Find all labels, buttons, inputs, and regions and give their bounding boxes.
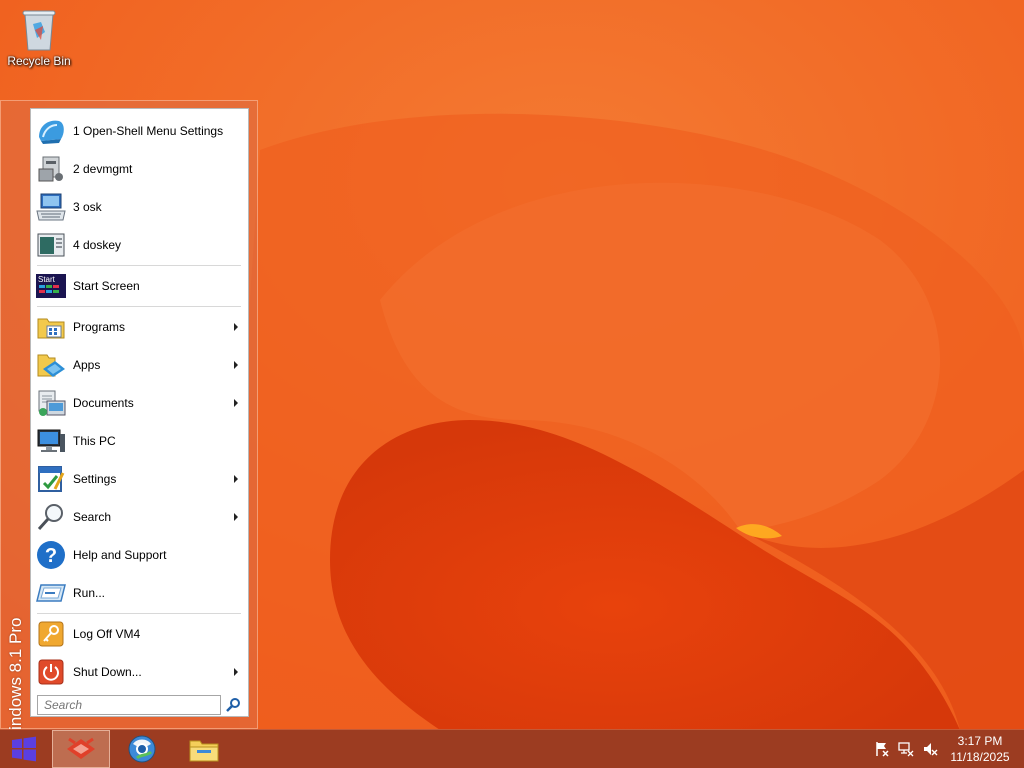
submenu-arrow-icon <box>234 475 238 483</box>
action-center-flag-icon[interactable] <box>874 741 890 757</box>
menu-item-run[interactable]: Run... <box>33 575 246 611</box>
search-icon <box>226 698 240 712</box>
menu-item-label: Run... <box>73 586 106 600</box>
computer-icon <box>35 425 67 457</box>
file-explorer-icon <box>189 740 219 762</box>
magnifier-icon <box>35 501 67 533</box>
taskbar-file-explorer-button[interactable] <box>175 730 233 768</box>
menu-item-osk[interactable]: 3 osk <box>33 189 246 225</box>
recycle-bin-icon <box>19 6 59 52</box>
menu-item-help-and-support[interactable]: ? Help and Support <box>33 537 246 573</box>
console-icon <box>35 229 67 261</box>
menu-item-label: Apps <box>73 358 101 372</box>
start-menu-side-band: Windows 8.1 Pro <box>1 101 30 747</box>
menu-item-label: 4 doskey <box>73 238 122 252</box>
open-shell-icon <box>35 115 67 147</box>
menu-item-shut-down[interactable]: Shut Down... <box>33 654 246 690</box>
submenu-arrow-icon <box>234 361 238 369</box>
documents-icon <box>35 387 67 419</box>
menu-item-search[interactable]: Search <box>33 499 246 535</box>
windows-edition-label: Windows 8.1 Pro <box>6 617 25 747</box>
menu-item-log-off[interactable]: Log Off VM4 <box>33 616 246 652</box>
menu-item-devmgmt[interactable]: 2 devmgmt <box>33 151 246 187</box>
menu-separator <box>37 306 241 307</box>
taskbar: 3:17 PM 11/18/2025 <box>0 729 1024 768</box>
menu-item-label: Start Screen <box>73 279 140 293</box>
windows-logo-icon <box>12 736 36 762</box>
menu-item-label: 1 Open-Shell Menu Settings <box>73 124 224 138</box>
network-icon[interactable] <box>898 741 914 757</box>
menu-item-this-pc[interactable]: This PC <box>33 423 246 459</box>
start-menu: Windows 8.1 Pro 1 Open-Shell Menu Settin… <box>0 100 258 747</box>
submenu-arrow-icon <box>234 668 238 676</box>
submenu-arrow-icon <box>234 323 238 331</box>
help-icon: ? <box>35 539 67 571</box>
browser-icon <box>128 735 156 763</box>
submenu-arrow-icon <box>234 513 238 521</box>
menu-item-programs[interactable]: Programs <box>33 309 246 345</box>
menu-item-doskey[interactable]: 4 doskey <box>33 227 246 263</box>
menu-item-label: Programs <box>73 320 126 334</box>
settings-icon <box>35 463 67 495</box>
menu-item-label: 2 devmgmt <box>73 162 133 176</box>
clock-date: 11/18/2025 <box>950 750 1010 764</box>
menu-item-settings[interactable]: Settings <box>33 461 246 497</box>
svg-text:?: ? <box>45 545 57 567</box>
clock-time: 3:17 PM <box>957 734 1003 748</box>
menu-item-label: Shut Down... <box>73 665 142 679</box>
programs-folder-icon <box>35 311 67 343</box>
menu-item-documents[interactable]: Documents <box>33 385 246 421</box>
start-menu-panel: 1 Open-Shell Menu Settings 2 devmgmt 3 o… <box>30 108 249 717</box>
menu-item-open-shell-settings[interactable]: 1 Open-Shell Menu Settings <box>33 113 246 149</box>
apps-folder-icon <box>35 349 67 381</box>
menu-item-label: Settings <box>73 472 117 486</box>
start-screen-icon: Start <box>35 270 67 302</box>
menu-item-label: Documents <box>73 396 134 410</box>
start-button[interactable] <box>0 730 48 768</box>
menu-item-label: Search <box>73 510 112 524</box>
menu-item-label: This PC <box>73 434 116 448</box>
keyboard-icon <box>35 191 67 223</box>
svg-text:Start: Start <box>38 275 56 284</box>
run-icon <box>35 577 67 609</box>
menu-item-start-screen[interactable]: Start Start Screen <box>33 268 246 304</box>
menu-separator <box>37 613 241 614</box>
taskbar-open-shell-button[interactable] <box>52 730 110 768</box>
menu-item-apps[interactable]: Apps <box>33 347 246 383</box>
submenu-arrow-icon <box>234 399 238 407</box>
recycle-bin-label: Recycle Bin <box>7 54 71 68</box>
key-icon <box>35 618 67 650</box>
menu-item-label: Help and Support <box>73 548 167 562</box>
menu-item-label: 3 osk <box>73 200 102 214</box>
device-manager-icon <box>35 153 67 185</box>
taskbar-clock[interactable]: 3:17 PM 11/18/2025 <box>936 733 1024 765</box>
menu-item-label: Log Off VM4 <box>73 627 141 641</box>
search-button[interactable] <box>224 696 242 714</box>
taskbar-browser-button[interactable] <box>113 730 171 768</box>
menu-separator <box>37 265 241 266</box>
desktop-icon-recycle-bin[interactable]: Recycle Bin <box>4 6 74 68</box>
start-menu-search-input[interactable] <box>37 695 221 715</box>
open-shell-taskbar-icon <box>67 737 95 759</box>
power-icon <box>35 656 67 688</box>
